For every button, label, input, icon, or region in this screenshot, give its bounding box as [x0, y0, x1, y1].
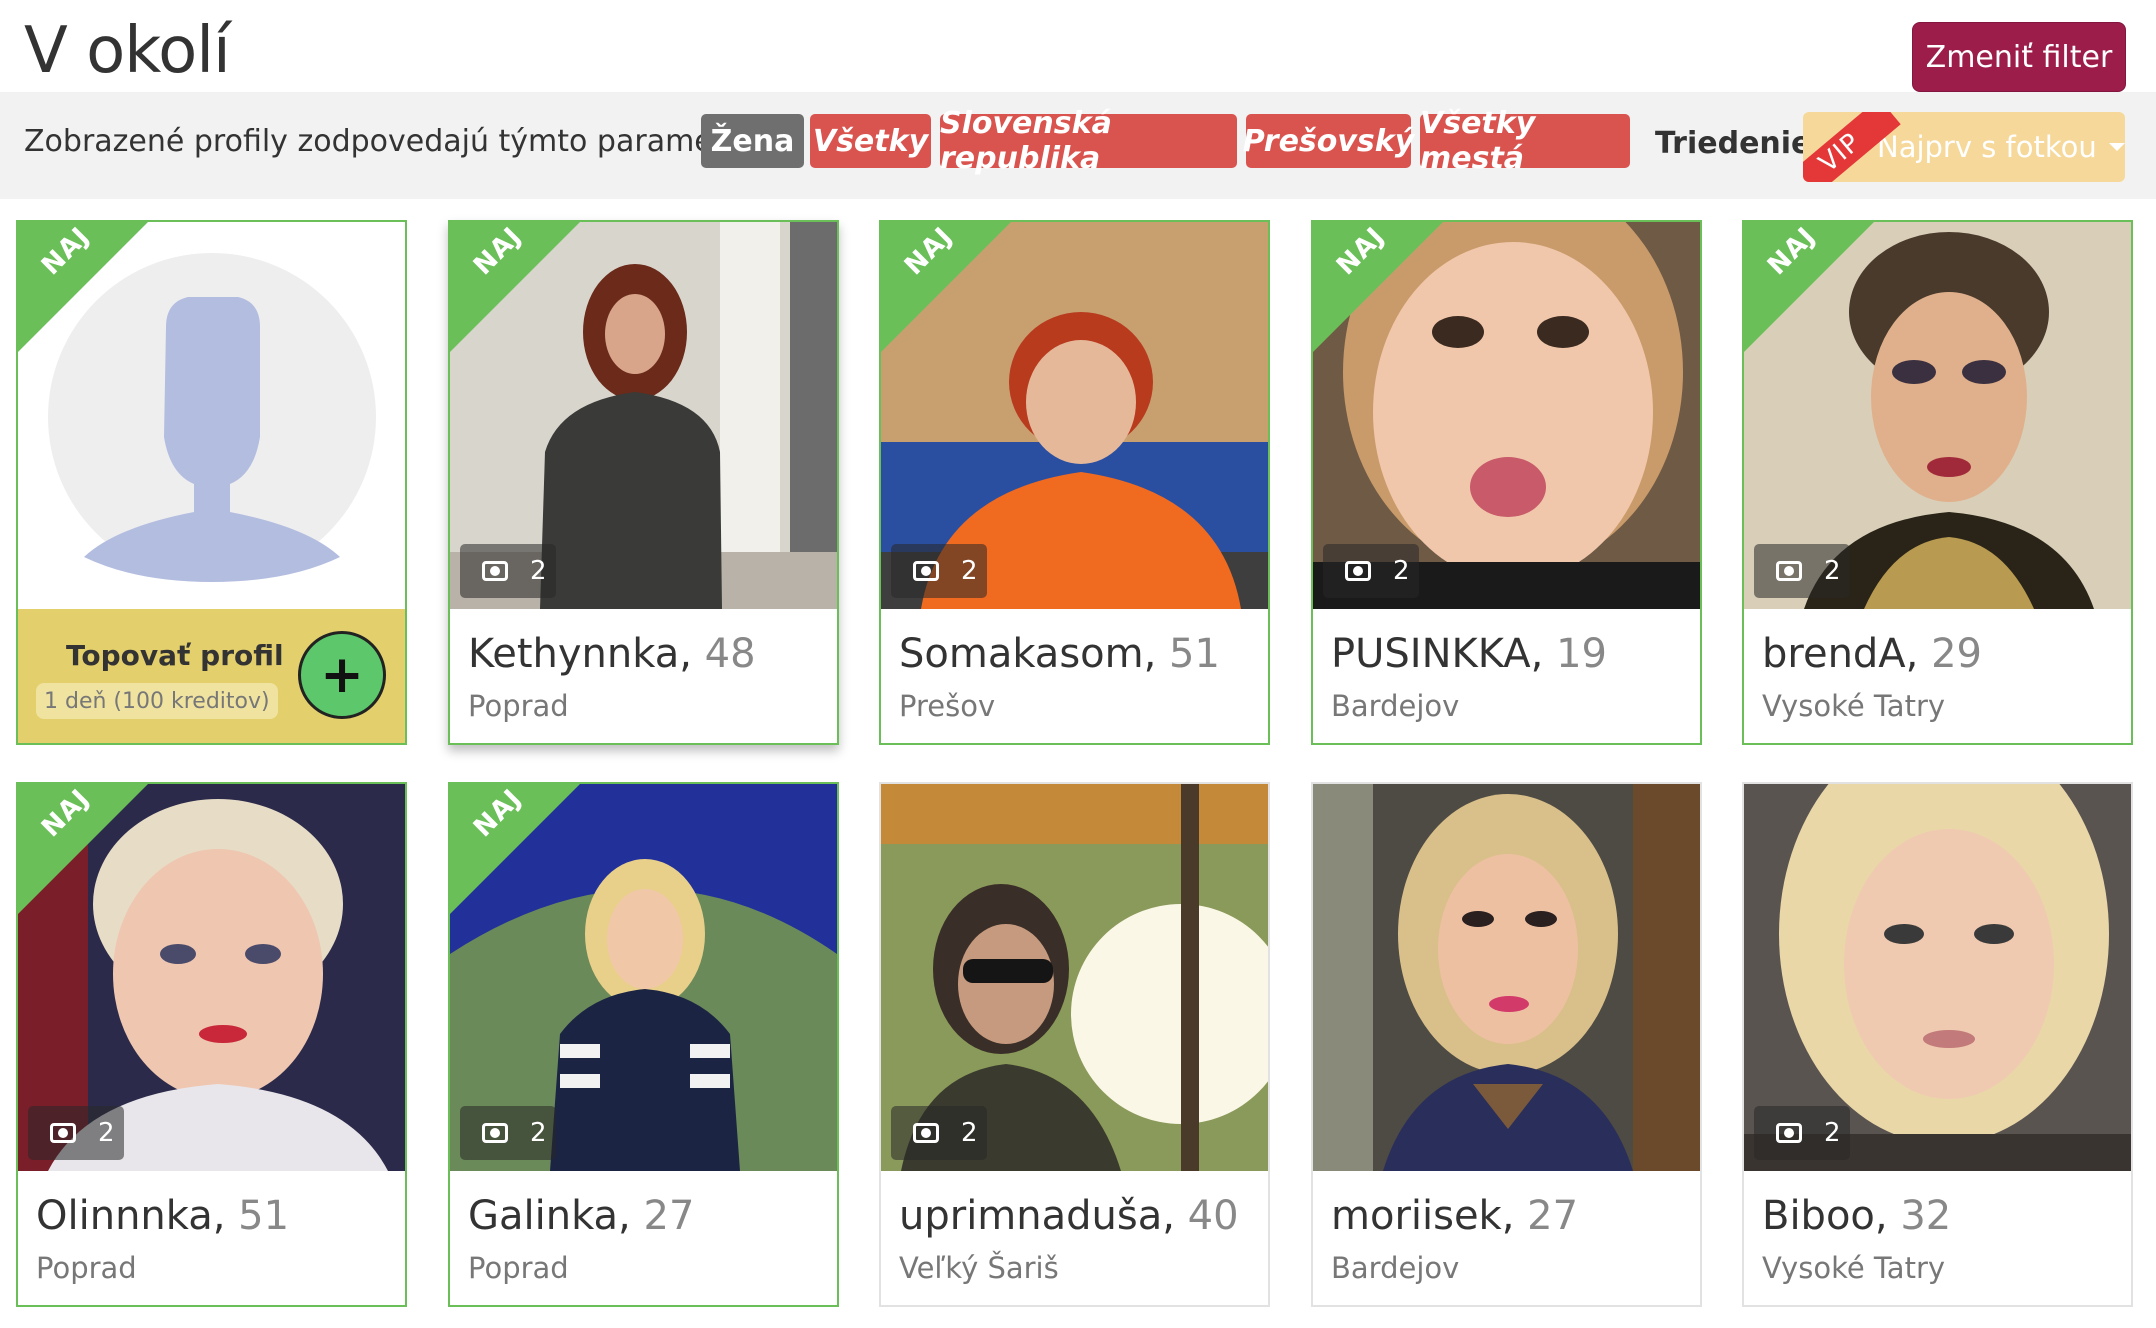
- profile-info: moriisek, 27 Bardejov: [1313, 1171, 1700, 1305]
- profile-age: 32: [1900, 1193, 1952, 1239]
- photo-count-value: 2: [1824, 1118, 1841, 1148]
- camera-icon: [913, 561, 939, 581]
- profile-city: Prešov: [899, 689, 996, 723]
- profile-name: uprimnaduša, 40: [899, 1193, 1239, 1239]
- photo-count: 2: [891, 544, 987, 598]
- sort-dropdown-value: Najprv s fotkou: [1877, 130, 2097, 164]
- profile-username: Somakasom,: [899, 631, 1157, 677]
- photo-count: 2: [28, 1106, 124, 1160]
- camera-icon: [482, 561, 508, 581]
- profile-name: PUSINKKA, 19: [1331, 631, 1607, 677]
- profile-info: Somakasom, 51 Prešov: [881, 609, 1268, 743]
- photo-count-value: 2: [1824, 556, 1841, 586]
- profile-username: Kethynnka,: [468, 631, 692, 677]
- profile-age: 19: [1556, 631, 1607, 677]
- profile-info: PUSINKKA, 19 Bardejov: [1313, 609, 1700, 743]
- profile-username: uprimnaduša,: [899, 1193, 1175, 1239]
- profile-city: Veľký Šariš: [899, 1251, 1059, 1285]
- profile-card[interactable]: 2 uprimnaduša, 40 Veľký Šariš: [879, 782, 1270, 1307]
- profile-card[interactable]: NAJ 2 Galinka, 27 Poprad: [448, 782, 839, 1307]
- camera-icon: [913, 1123, 939, 1143]
- page-header: V okolí Zmeniť filter: [0, 0, 2156, 92]
- profile-info: Galinka, 27 Poprad: [450, 1171, 837, 1305]
- boost-profile-panel[interactable]: Topovať profil 1 deň (100 kreditov) +: [18, 609, 405, 743]
- profile-username: moriisek,: [1331, 1193, 1515, 1239]
- profile-name: moriisek, 27: [1331, 1193, 1578, 1239]
- profile-card[interactable]: NAJ 2 PUSINKKA, 19 Bardejov: [1311, 220, 1702, 745]
- photo-count: 2: [1754, 1106, 1850, 1160]
- photo-count-value: 2: [98, 1118, 115, 1148]
- profile-info: Olinnnka, 51 Poprad: [18, 1171, 405, 1305]
- profile-city: Bardejov: [1331, 689, 1460, 723]
- camera-icon: [482, 1123, 508, 1143]
- profile-username: brendA,: [1762, 631, 1919, 677]
- filter-chip-country[interactable]: Slovenská republika: [940, 106, 1237, 176]
- profile-city: Vysoké Tatry: [1762, 1251, 1946, 1285]
- profile-city: Poprad: [36, 1251, 137, 1285]
- profile-city: Poprad: [468, 689, 569, 723]
- profile-username: PUSINKKA,: [1331, 631, 1544, 677]
- profile-city: Poprad: [468, 1251, 569, 1285]
- profile-card[interactable]: NAJ 2 Kethynnka, 48 Poprad: [448, 220, 839, 745]
- profile-name: Olinnnka, 51: [36, 1193, 289, 1239]
- profile-name: Kethynnka, 48: [468, 631, 756, 677]
- boost-plus-button[interactable]: +: [298, 631, 386, 719]
- sort-dropdown[interactable]: VIP Najprv s fotkou: [1803, 112, 2125, 182]
- profile-name: Biboo, 32: [1762, 1193, 1951, 1239]
- profile-card[interactable]: NAJ 2 Olinnnka, 51 Poprad: [16, 782, 407, 1307]
- profile-name: brendA, 29: [1762, 631, 1982, 677]
- profile-name: Somakasom, 51: [899, 631, 1220, 677]
- caret-down-icon: [2108, 143, 2125, 151]
- camera-icon: [1776, 561, 1802, 581]
- promo-card: NAJ Topovať profil 1 deň (100 kreditov) …: [16, 220, 407, 745]
- photo-count-value: 2: [961, 556, 978, 586]
- photo-count: 2: [891, 1106, 987, 1160]
- boost-price: 1 deň (100 kreditov): [36, 683, 278, 719]
- change-filter-button[interactable]: Zmeniť filter: [1912, 22, 2126, 92]
- profile-age: 27: [1527, 1193, 1579, 1239]
- profile-age: 29: [1931, 631, 1983, 677]
- profile-card[interactable]: 2 Biboo, 32 Vysoké Tatry: [1742, 782, 2133, 1307]
- filter-bar: Zobrazené profily zodpovedajú týmto para…: [0, 92, 2156, 199]
- profile-username: Olinnnka,: [36, 1193, 226, 1239]
- profile-username: Galinka,: [468, 1193, 631, 1239]
- photo-count-value: 2: [530, 1118, 547, 1148]
- filter-chip-city[interactable]: Všetky mestá: [1420, 106, 1630, 176]
- photo-count: 2: [460, 1106, 556, 1160]
- camera-icon: [1776, 1123, 1802, 1143]
- filter-chip-region[interactable]: Prešovský: [1243, 114, 1414, 168]
- profile-age: 51: [238, 1193, 290, 1239]
- photo-count: 2: [1754, 544, 1850, 598]
- profile-age: 48: [704, 631, 756, 677]
- sort-label: Triedenie:: [1655, 126, 1824, 161]
- profile-card[interactable]: NAJ 2 Somakasom, 51 Prešov: [879, 220, 1270, 745]
- photo-count-value: 2: [1393, 556, 1410, 586]
- boost-title: Topovať profil: [66, 639, 284, 672]
- filter-description: Zobrazené profily zodpovedajú týmto para…: [24, 124, 794, 159]
- profile-age: 51: [1169, 631, 1220, 677]
- photo-count-value: 2: [961, 1118, 978, 1148]
- profile-info: Kethynnka, 48 Poprad: [450, 609, 837, 743]
- profile-username: Biboo,: [1762, 1193, 1888, 1239]
- profile-card[interactable]: moriisek, 27 Bardejov: [1311, 782, 1702, 1307]
- profile-name: Galinka, 27: [468, 1193, 694, 1239]
- profile-info: Biboo, 32 Vysoké Tatry: [1744, 1171, 2131, 1305]
- filter-chip-age[interactable]: Všetky: [810, 114, 931, 168]
- profile-info: uprimnaduša, 40 Veľký Šariš: [881, 1171, 1268, 1305]
- photo-count-value: 2: [530, 556, 547, 586]
- profile-info: brendA, 29 Vysoké Tatry: [1744, 609, 2131, 743]
- camera-icon: [1345, 561, 1371, 581]
- photo-count: 2: [460, 544, 556, 598]
- filter-chip-gender[interactable]: Žena: [701, 114, 804, 168]
- camera-icon: [50, 1123, 76, 1143]
- page-title: V okolí: [24, 14, 231, 88]
- profile-age: 27: [643, 1193, 695, 1239]
- profile-age: 40: [1187, 1193, 1239, 1239]
- profile-city: Vysoké Tatry: [1762, 689, 1946, 723]
- profile-photo[interactable]: [1313, 784, 1700, 1171]
- photo-count: 2: [1323, 544, 1419, 598]
- profile-card[interactable]: NAJ 2 brendA, 29 Vysoké Tatry: [1742, 220, 2133, 745]
- profile-city: Bardejov: [1331, 1251, 1460, 1285]
